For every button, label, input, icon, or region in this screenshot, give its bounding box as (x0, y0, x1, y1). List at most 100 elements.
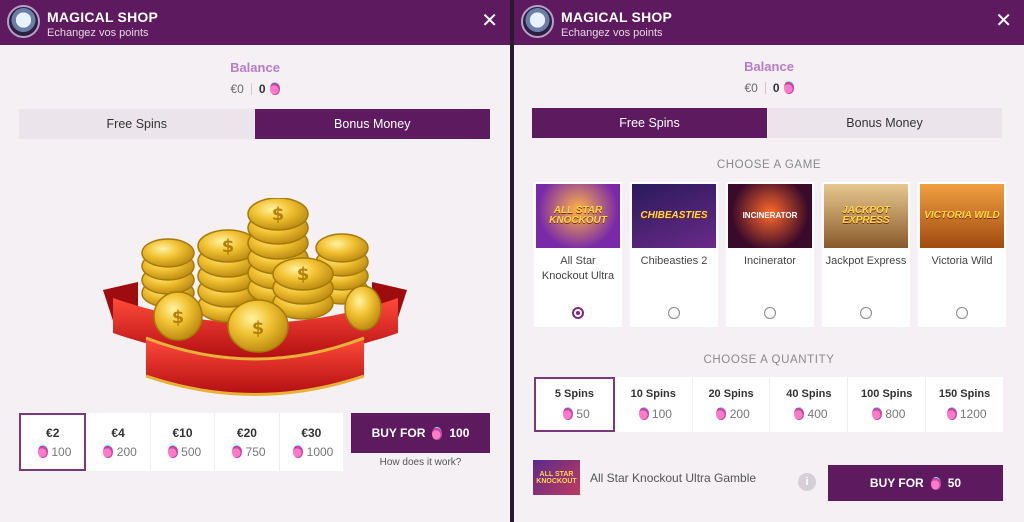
game-list: ALL STAR KNOCKOUT All Star Knockout Ultr… (534, 182, 1006, 327)
quantity-cost: 100 (635, 407, 672, 421)
balance-money: €0 (744, 81, 758, 95)
package-amount: €20 (236, 425, 257, 440)
info-icon[interactable]: i (798, 473, 816, 491)
quantity-option[interactable]: 5 Spins 50 (534, 377, 615, 432)
potion-icon (167, 444, 178, 458)
quantity-spins: 10 Spins (630, 388, 676, 400)
balance-title: Balance (230, 60, 280, 75)
game-radio[interactable] (668, 307, 680, 319)
quantity-option[interactable]: 40 Spins 400 (770, 377, 849, 432)
potion-icon (946, 407, 957, 420)
tab-bonus-money[interactable]: Bonus Money (254, 109, 490, 139)
quantity-option[interactable]: 20 Spins 200 (693, 377, 771, 432)
selected-game-thumbnail: ALL STAR KNOCKOUT (533, 460, 580, 495)
balance-money: €0 (230, 82, 244, 96)
svg-text:$: $ (222, 236, 235, 257)
potion-icon (38, 444, 49, 458)
game-card[interactable]: JACKPOT EXPRESS Jackpot Express (822, 182, 910, 327)
game-card[interactable]: CHIBEASTIES Chibeasties 2 (630, 182, 718, 327)
game-thumbnail: INCINERATOR (728, 184, 812, 248)
shop-header: MAGICAL SHOP Echangez vos points ✕ (0, 0, 510, 45)
shop-subtitle: Echangez vos points (47, 27, 149, 39)
game-name: Jackpot Express (825, 255, 907, 267)
quantity-spins: 20 Spins (708, 388, 754, 400)
shop-tabs: Free Spins Bonus Money (532, 108, 1002, 138)
spin-quantity-list: 5 Spins 50 10 Spins 100 20 Spins 200 40 … (534, 377, 1003, 432)
package-amount: €4 (111, 425, 125, 440)
balance-points: 0 (258, 82, 266, 96)
package-option[interactable]: €30 1000 (280, 413, 343, 471)
potion-icon (103, 444, 114, 458)
selected-game-name: All Star Knockout Ultra Gamble (590, 471, 757, 485)
shop-tabs: Free Spins Bonus Money (19, 109, 490, 139)
balance-title: Balance (744, 59, 794, 74)
shop-header: MAGICAL SHOP Echangez vos points ✕ (514, 0, 1024, 45)
potion-icon (563, 407, 574, 420)
potion-icon (716, 407, 727, 420)
potion-icon (269, 82, 280, 95)
tab-free-spins[interactable]: Free Spins (532, 108, 767, 138)
svg-text:$: $ (252, 318, 265, 339)
game-name: All Star Knockout Ultra (541, 255, 615, 282)
magic-ball-icon (7, 5, 40, 38)
quantity-spins: 150 Spins (938, 388, 991, 400)
shop-title: MAGICAL SHOP (47, 9, 159, 25)
quantity-cost: 200 (712, 407, 750, 421)
bonus-package-list: €2 100 €4 200 €10 500 €20 750 €30 1000 (19, 413, 343, 471)
game-card[interactable]: INCINERATOR Incinerator (726, 182, 814, 327)
game-name: Incinerator (744, 255, 796, 267)
package-option[interactable]: €10 500 (151, 413, 216, 471)
svg-text:$: $ (272, 204, 285, 225)
package-cost: 100 (34, 444, 71, 459)
shop-subtitle: Echangez vos points (561, 27, 663, 39)
close-icon[interactable]: ✕ (995, 11, 1012, 31)
quantity-spins: 100 Spins (861, 388, 913, 400)
game-radio[interactable] (860, 307, 872, 319)
game-radio[interactable] (764, 307, 776, 319)
potion-icon (432, 426, 443, 440)
magical-shop-panel-bonus-money: MAGICAL SHOP Echangez vos points ✕ Balan… (0, 0, 510, 522)
package-amount: €30 (301, 425, 322, 440)
buy-button[interactable]: BUY FOR 50 (828, 465, 1003, 501)
game-card[interactable]: VICTORIA WILD Victoria Wild (918, 182, 1006, 327)
svg-text:$: $ (172, 307, 185, 328)
quantity-option[interactable]: 100 Spins 800 (848, 377, 927, 432)
game-card[interactable]: ALL STAR KNOCKOUT All Star Knockout Ultr… (534, 182, 622, 327)
game-name: Victoria Wild (931, 255, 993, 267)
game-thumbnail: VICTORIA WILD (920, 184, 1004, 248)
choose-quantity-label: CHOOSE A QUANTITY (703, 354, 835, 366)
package-option[interactable]: €2 100 (19, 413, 87, 471)
quantity-spins: 40 Spins (786, 388, 832, 400)
game-thumbnail: ALL STAR KNOCKOUT (536, 184, 620, 248)
magical-shop-panel-free-spins: MAGICAL SHOP Echangez vos points ✕ Balan… (514, 0, 1024, 522)
potion-icon (638, 407, 649, 420)
package-cost: 200 (99, 444, 137, 459)
quantity-cost: 400 (790, 407, 828, 421)
balance-values: €0 0 (0, 82, 510, 96)
game-radio[interactable] (572, 307, 584, 319)
balance-values: €0 0 (514, 81, 1024, 95)
package-cost: 500 (164, 444, 201, 459)
package-option[interactable]: €20 750 (215, 413, 280, 471)
package-amount: €2 (46, 425, 60, 440)
package-cost: 1000 (289, 444, 333, 459)
game-thumbnail: CHIBEASTIES (632, 184, 716, 248)
how-it-works-link[interactable]: How does it work? (351, 457, 490, 468)
game-name: Chibeasties 2 (640, 255, 708, 267)
quantity-cost: 800 (868, 407, 905, 421)
shop-title: MAGICAL SHOP (561, 9, 673, 25)
game-radio[interactable] (956, 307, 968, 319)
buy-button[interactable]: BUY FOR 100 (351, 413, 490, 453)
quantity-option[interactable]: 10 Spins 100 (615, 377, 693, 432)
package-option[interactable]: €4 200 (86, 413, 151, 471)
balance-points: 0 (772, 81, 780, 95)
package-amount: €10 (172, 425, 193, 440)
potion-icon (872, 407, 883, 420)
magic-ball-icon (521, 5, 554, 38)
coin-pile-illustration: $ $ $ $ $ (103, 198, 407, 396)
choose-game-label: CHOOSE A GAME (716, 159, 822, 171)
close-icon[interactable]: ✕ (481, 11, 498, 31)
quantity-option[interactable]: 150 Spins 1200 (926, 377, 1003, 432)
tab-free-spins[interactable]: Free Spins (19, 109, 255, 139)
tab-bonus-money[interactable]: Bonus Money (767, 108, 1002, 138)
